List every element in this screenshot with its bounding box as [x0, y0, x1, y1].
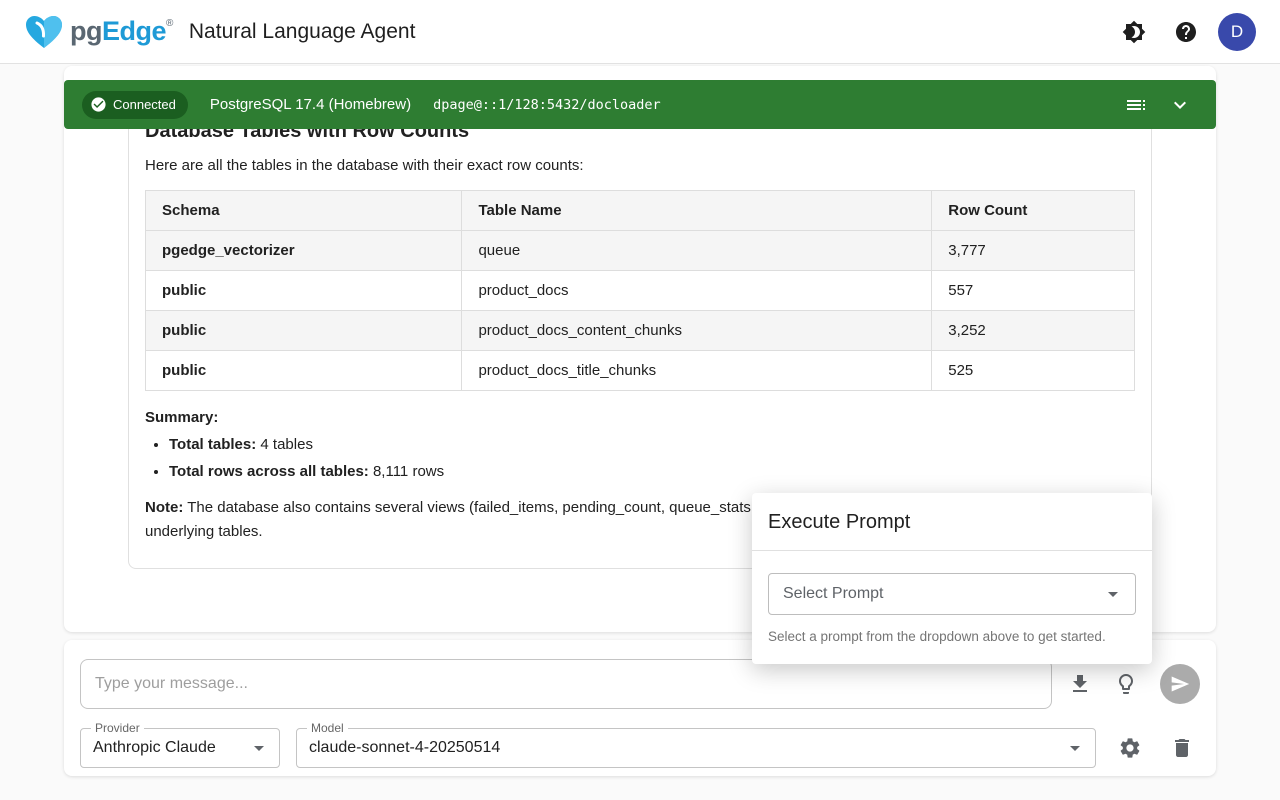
dialog-title: Execute Prompt — [768, 511, 1136, 534]
column-header-row-count: Row Count — [932, 191, 1135, 231]
connection-status-chip: Connected — [82, 91, 188, 119]
page-title: Natural Language Agent — [189, 20, 416, 44]
list-item: Total tables: 4 tables — [169, 436, 1135, 453]
cell-schema: public — [146, 351, 462, 391]
help-icon — [1174, 20, 1198, 44]
bullet-label: Total tables: — [169, 436, 256, 453]
theme-toggle-button[interactable] — [1114, 12, 1154, 52]
cell-table-name: product_docs_content_chunks — [462, 311, 932, 351]
prompt-select[interactable]: Select Prompt — [768, 573, 1136, 615]
execute-prompt-dialog: Execute Prompt Select Prompt Select a pr… — [752, 493, 1152, 664]
send-button[interactable] — [1160, 664, 1200, 704]
prompt-select-value: Select Prompt — [783, 585, 883, 603]
cell-row-count: 525 — [932, 351, 1135, 391]
download-button[interactable] — [1062, 666, 1098, 702]
connection-bar: Connected PostgreSQL 17.4 (Homebrew) dpa… — [64, 80, 1216, 129]
cell-row-count: 557 — [932, 271, 1135, 311]
bullet-text: 4 tables — [260, 436, 313, 453]
message-intro: Here are all the tables in the database … — [145, 157, 1135, 174]
logo-registered-mark: ® — [166, 18, 173, 29]
pgedge-heart-icon — [24, 14, 64, 50]
cell-row-count: 3,777 — [932, 231, 1135, 271]
table-row: public product_docs 557 — [146, 271, 1135, 311]
logo-text-edge: Edge — [102, 16, 166, 47]
pgedge-logo: pgEdge® — [24, 14, 173, 50]
note-label: Note: — [145, 499, 183, 516]
download-icon — [1068, 672, 1092, 696]
summary-list: Total tables: 4 tables Total rows across… — [169, 436, 1135, 480]
connection-actions — [1118, 87, 1198, 123]
message-heading: Database Tables with Row Counts — [145, 129, 1135, 143]
header-actions: D — [1114, 12, 1256, 52]
provider-select-value: Anthropic Claude — [93, 739, 216, 757]
composer-settings-row: Provider Anthropic Claude Model claude-s… — [80, 728, 1200, 768]
dialog-divider — [752, 550, 1152, 551]
message-input[interactable] — [80, 659, 1052, 709]
trash-icon — [1170, 736, 1194, 760]
cell-schema: public — [146, 311, 462, 351]
table-row: public product_docs_content_chunks 3,252 — [146, 311, 1135, 351]
connection-details-button[interactable] — [1118, 87, 1154, 123]
dialog-helper-text: Select a prompt from the dropdown above … — [768, 629, 1136, 644]
gear-icon — [1118, 736, 1142, 760]
connection-server-label: PostgreSQL 17.4 (Homebrew) — [210, 96, 411, 113]
check-circle-icon — [90, 96, 107, 113]
bullet-text: 8,111 rows — [373, 463, 444, 480]
list-icon — [1124, 93, 1148, 117]
clear-chat-button[interactable] — [1164, 730, 1200, 766]
model-select-value: claude-sonnet-4-20250514 — [309, 739, 500, 757]
composer-input-row — [80, 659, 1200, 709]
send-icon — [1170, 674, 1190, 694]
connection-collapse-button[interactable] — [1162, 87, 1198, 123]
provider-select-label: Provider — [91, 721, 144, 735]
caret-down-icon — [247, 736, 271, 760]
summary-heading: Summary: — [145, 409, 1135, 426]
logo-text-pg: pg — [70, 16, 102, 47]
app-header: pgEdge® Natural Language Agent D — [0, 0, 1280, 64]
chevron-down-icon — [1168, 93, 1192, 117]
lightbulb-icon — [1114, 672, 1138, 696]
cell-table-name: product_docs_title_chunks — [462, 351, 932, 391]
avatar[interactable]: D — [1218, 13, 1256, 51]
connection-dsn: dpage@::1/128:5432/docloader — [433, 97, 661, 113]
list-item: Total rows across all tables: 8,111 rows — [169, 463, 1135, 480]
model-select[interactable]: Model claude-sonnet-4-20250514 — [296, 728, 1096, 768]
table-row: public product_docs_title_chunks 525 — [146, 351, 1135, 391]
caret-down-icon — [1063, 736, 1087, 760]
prompt-ideas-button[interactable] — [1108, 666, 1144, 702]
connection-status-label: Connected — [113, 97, 176, 112]
cell-schema: public — [146, 271, 462, 311]
cell-table-name: product_docs — [462, 271, 932, 311]
cell-schema: pgedge_vectorizer — [146, 231, 462, 271]
settings-button[interactable] — [1112, 730, 1148, 766]
column-header-table-name: Table Name — [462, 191, 932, 231]
cell-row-count: 3,252 — [932, 311, 1135, 351]
row-counts-table: Schema Table Name Row Count pgedge_vecto… — [145, 190, 1135, 391]
table-header-row: Schema Table Name Row Count — [146, 191, 1135, 231]
model-select-label: Model — [307, 721, 348, 735]
bullet-label: Total rows across all tables: — [169, 463, 369, 480]
provider-select[interactable]: Provider Anthropic Claude — [80, 728, 280, 768]
caret-down-icon — [1101, 582, 1125, 606]
cell-table-name: queue — [462, 231, 932, 271]
column-header-schema: Schema — [146, 191, 462, 231]
brightness-icon — [1122, 20, 1146, 44]
help-button[interactable] — [1166, 12, 1206, 52]
table-row: pgedge_vectorizer queue 3,777 — [146, 231, 1135, 271]
